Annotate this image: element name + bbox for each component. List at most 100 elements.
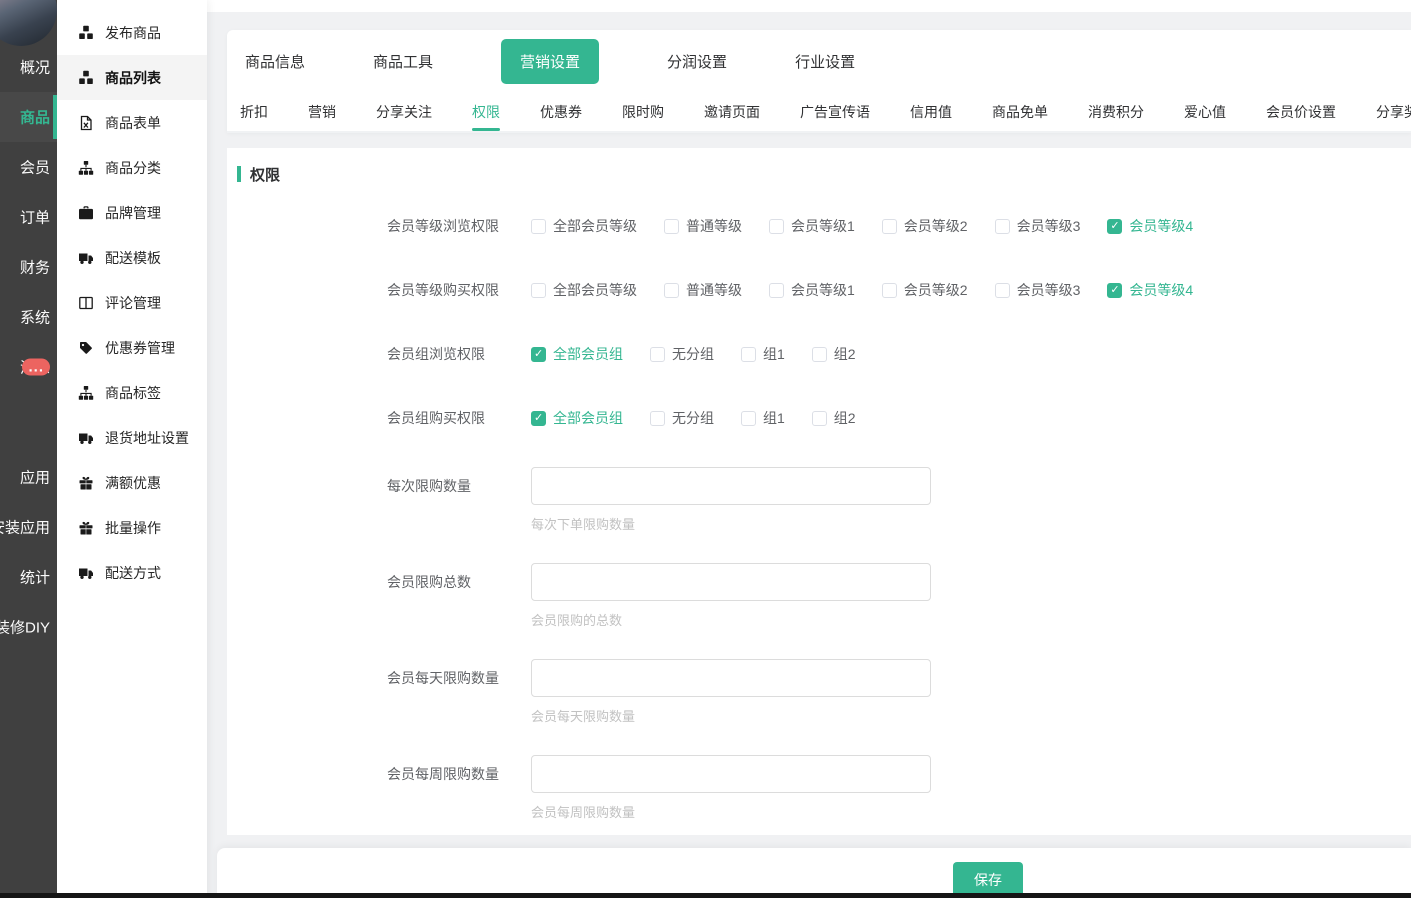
nav-item-members[interactable]: 会员	[0, 142, 57, 192]
tab-product-info[interactable]: 商品信息	[245, 51, 305, 72]
field-label: 每次限购数量	[387, 467, 531, 505]
tag-icon	[78, 340, 94, 356]
menu-item-review-management[interactable]: 评论管理	[57, 280, 207, 325]
tab-marketing-settings[interactable]: 营销设置	[501, 39, 599, 84]
gift-icon	[78, 475, 94, 491]
sitemap-icon	[78, 385, 94, 401]
tabs-card: 商品信息 商品工具 营销设置 分润设置 行业设置 折扣 营销 分享关注 权限 优…	[227, 30, 1411, 133]
user-avatar[interactable]	[0, 0, 57, 46]
subtab-marketing[interactable]: 营销	[308, 92, 336, 131]
subtab-invite-page[interactable]: 邀请页面	[704, 92, 760, 131]
checkbox-option[interactable]: 会员等级4	[1107, 216, 1193, 236]
checkbox-option[interactable]: 全部会员等级	[531, 280, 637, 300]
checkbox-option[interactable]: 会员等级2	[882, 216, 968, 236]
menu-item-product-list[interactable]: 商品列表	[57, 55, 207, 100]
menu-item-return-address[interactable]: 退货地址设置	[57, 415, 207, 460]
nav-item-apps[interactable]: 应用	[0, 452, 57, 502]
subtab-share-follow[interactable]: 分享关注	[376, 92, 432, 131]
group-buy-options: 全部会员组 无分组 组1	[531, 408, 856, 428]
checkbox-option[interactable]: 组1	[741, 344, 785, 364]
checkbox-label: 组2	[834, 408, 856, 428]
checkbox-icon	[769, 219, 784, 234]
form-row-level-buy: 会员等级购买权限 全部会员等级 普通等级	[227, 258, 1411, 322]
checkbox-icon	[812, 411, 827, 426]
tab-profit-settings[interactable]: 分润设置	[667, 51, 727, 72]
checkbox-label: 全部会员组	[553, 408, 623, 428]
subtab-coupon[interactable]: 优惠券	[540, 92, 582, 131]
subtab-discount[interactable]: 折扣	[240, 92, 268, 131]
checkbox-option[interactable]: 组1	[741, 408, 785, 428]
checkbox-icon	[995, 283, 1010, 298]
menu-item-product-form[interactable]: 商品表单	[57, 100, 207, 145]
subtab-share-reward[interactable]: 分享奖	[1376, 92, 1411, 131]
menu-item-product-category[interactable]: 商品分类	[57, 145, 207, 190]
main-nav-sidebar: 概况 商品 会员 订单 财务 系统 ... 消息 应用 安装应用 统计 装修DI…	[0, 0, 57, 898]
nav-item-finance[interactable]: 财务	[0, 242, 57, 292]
checkbox-option[interactable]: 普通等级	[664, 216, 742, 236]
nav-item-messages[interactable]: ... 消息	[0, 342, 57, 392]
limit-per-order-input[interactable]	[531, 467, 931, 505]
checkbox-label: 全部会员等级	[553, 216, 637, 236]
checkbox-option[interactable]: 会员等级3	[995, 280, 1081, 300]
checkbox-option[interactable]: 会员等级2	[882, 280, 968, 300]
subtab-love-value[interactable]: 爱心值	[1184, 92, 1226, 131]
nav-item-orders[interactable]: 订单	[0, 192, 57, 242]
checkbox-option[interactable]: 会员等级1	[769, 280, 855, 300]
checkbox-option[interactable]: 无分组	[650, 344, 714, 364]
checkbox-option[interactable]: 普通等级	[664, 280, 742, 300]
checkbox-icon	[531, 411, 546, 426]
secondary-tabs: 折扣 营销 分享关注 权限 优惠券 限时购 邀请页面 广告宣传语 信用值 商品免…	[227, 92, 1411, 133]
limit-member-weekly-input[interactable]	[531, 755, 931, 793]
field-help-text: 会员限购的总数	[531, 610, 931, 629]
checkbox-option[interactable]: 全部会员等级	[531, 216, 637, 236]
checkbox-option[interactable]: 全部会员组	[531, 344, 623, 364]
menu-item-delivery-method[interactable]: 配送方式	[57, 550, 207, 595]
checkbox-label: 会员等级4	[1129, 216, 1193, 236]
nav-item-system[interactable]: 系统	[0, 292, 57, 342]
form-row-group-browse: 会员组浏览权限 全部会员组 无分组	[227, 322, 1411, 386]
checkbox-label: 组2	[834, 344, 856, 364]
menu-item-product-tags[interactable]: 商品标签	[57, 370, 207, 415]
field-label: 会员每天限购数量	[387, 659, 531, 697]
limit-member-total-input[interactable]	[531, 563, 931, 601]
subtab-flash-sale[interactable]: 限时购	[622, 92, 664, 131]
subtab-permissions[interactable]: 权限	[472, 92, 500, 131]
checkbox-icon	[882, 283, 897, 298]
checkbox-option[interactable]: 会员等级1	[769, 216, 855, 236]
nav-item-decorate-diy[interactable]: 装修DIY	[0, 602, 57, 652]
section-accent-bar	[237, 166, 241, 182]
checkbox-option[interactable]: 组2	[812, 344, 856, 364]
tab-product-tools[interactable]: 商品工具	[373, 51, 433, 72]
checkbox-label: 普通等级	[686, 216, 742, 236]
nav-item-statistics[interactable]: 统计	[0, 552, 57, 602]
subtab-free-order[interactable]: 商品免单	[992, 92, 1048, 131]
menu-item-batch-operation[interactable]: 批量操作	[57, 505, 207, 550]
checkbox-option[interactable]: 全部会员组	[531, 408, 623, 428]
limit-member-daily-input[interactable]	[531, 659, 931, 697]
window-bottom-edge	[0, 893, 1411, 898]
menu-item-delivery-template[interactable]: 配送模板	[57, 235, 207, 280]
cubes-icon	[78, 70, 94, 86]
subtab-credit-value[interactable]: 信用值	[910, 92, 952, 131]
subtab-consume-points[interactable]: 消费积分	[1088, 92, 1144, 131]
checkbox-icon	[664, 283, 679, 298]
tab-industry-settings[interactable]: 行业设置	[795, 51, 855, 72]
checkbox-label: 无分组	[672, 408, 714, 428]
nav-item-products[interactable]: 商品	[0, 92, 57, 142]
checkbox-option[interactable]: 会员等级4	[1107, 280, 1193, 300]
menu-item-publish-product[interactable]: 发布商品	[57, 10, 207, 55]
checkbox-option[interactable]: 会员等级3	[995, 216, 1081, 236]
menu-item-coupon-management[interactable]: 优惠券管理	[57, 325, 207, 370]
nav-item-install-apps[interactable]: 安装应用	[0, 502, 57, 552]
level-buy-options: 全部会员等级 普通等级 会员等级1	[531, 280, 1193, 300]
menu-item-full-discount[interactable]: 满额优惠	[57, 460, 207, 505]
checkbox-icon	[650, 347, 665, 362]
checkbox-label: 组1	[763, 408, 785, 428]
field-help-text: 会员每天限购数量	[531, 706, 931, 725]
subtab-member-price[interactable]: 会员价设置	[1266, 92, 1336, 131]
menu-item-brand-management[interactable]: 品牌管理	[57, 190, 207, 235]
subtab-ad-slogan[interactable]: 广告宣传语	[800, 92, 870, 131]
checkbox-option[interactable]: 组2	[812, 408, 856, 428]
nav-item-overview[interactable]: 概况	[0, 42, 57, 92]
checkbox-option[interactable]: 无分组	[650, 408, 714, 428]
